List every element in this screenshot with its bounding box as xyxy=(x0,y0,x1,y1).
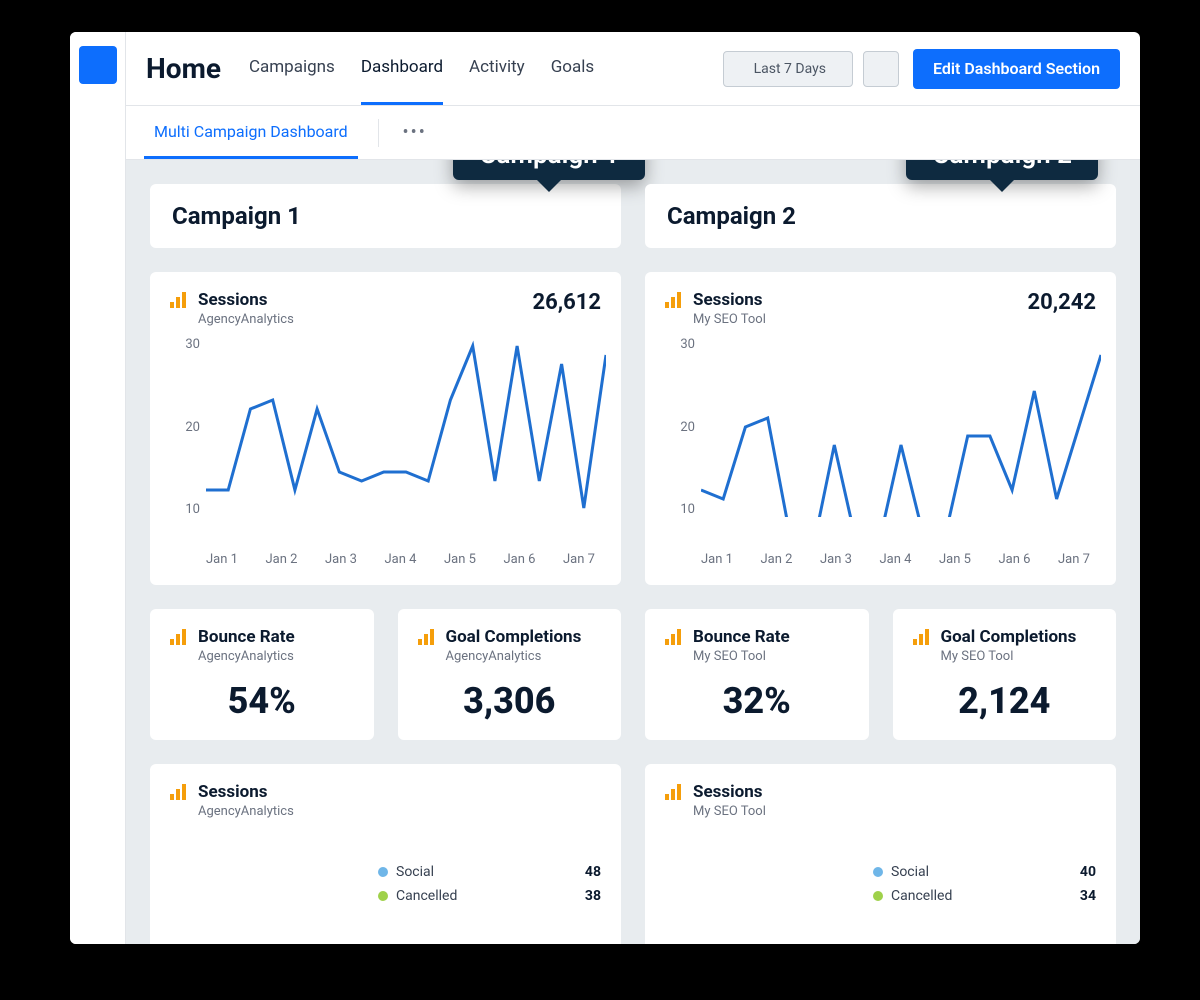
goals-source: AgencyAnalytics xyxy=(446,649,602,664)
campaign-1-line-chart: 302010 Jan 1Jan 2Jan 3Jan 4Jan 5Jan 6Jan… xyxy=(170,337,601,567)
top-bar: Home Campaigns Dashboard Activity Goals … xyxy=(126,32,1140,106)
report-icon[interactable] xyxy=(82,168,114,200)
bounce-source: My SEO Tool xyxy=(693,649,849,664)
campaign-1-goals-card: Goal Completions AgencyAnalytics 3,306 xyxy=(398,609,622,740)
left-nav-rail xyxy=(70,32,126,944)
bounce-value: 32% xyxy=(665,680,849,722)
tab-goals[interactable]: Goals xyxy=(551,32,594,105)
campaign-2-callout: Campaign 2 xyxy=(906,160,1098,180)
analytics-icon xyxy=(170,627,188,645)
campaign-columns: Campaign 1 Campaign 1 Sessions AgencyAna… xyxy=(150,184,1116,944)
campaign-2-header: Campaign 2 Campaign 2 xyxy=(645,184,1116,248)
sessions-total: 20,242 xyxy=(1027,290,1096,315)
line-plot xyxy=(206,337,606,517)
campaign-2-line-chart: 302010 Jan 1Jan 2Jan 3Jan 4Jan 5Jan 6Jan… xyxy=(665,337,1096,567)
donut-legend: Social48 Cancelled38 xyxy=(378,864,601,904)
donut-chart xyxy=(170,829,360,939)
sessions-title: Sessions xyxy=(198,290,522,310)
secondary-bar: Multi Campaign Dashboard ••• xyxy=(126,106,1140,160)
home-icon xyxy=(88,55,108,75)
sessions-total: 26,612 xyxy=(532,290,601,315)
y-axis: 302010 xyxy=(170,337,200,517)
goals-title: Goal Completions xyxy=(446,627,602,647)
bounce-value: 54% xyxy=(170,680,354,722)
tab-dashboard[interactable]: Dashboard xyxy=(361,32,443,105)
campaign-1-header: Campaign 1 Campaign 1 xyxy=(150,184,621,248)
campaign-1-callout: Campaign 1 xyxy=(453,160,645,180)
donut-title: Sessions xyxy=(198,782,601,802)
analytics-icon xyxy=(665,782,683,800)
campaign-2-title: Campaign 2 xyxy=(667,202,796,230)
campaign-1-donut-card: Sessions AgencyAnalytics Social48 Cancell… xyxy=(150,764,621,944)
legend-item: Social40 xyxy=(873,864,1096,880)
analytics-icon xyxy=(913,627,931,645)
campaign-1-bounce-card: Bounce Rate AgencyAnalytics 54% xyxy=(150,609,374,740)
billing-icon[interactable] xyxy=(82,256,114,288)
goals-value: 2,124 xyxy=(913,680,1097,722)
sessions-source: My SEO Tool xyxy=(693,312,1017,327)
campaign-column-1: Campaign 1 Campaign 1 Sessions AgencyAna… xyxy=(150,184,621,944)
analytics-icon xyxy=(665,290,683,308)
chevron-down-icon xyxy=(832,64,842,74)
campaign-2-donut-card: Sessions My SEO Tool Social40 Cancelled34 xyxy=(645,764,1116,944)
separator xyxy=(378,119,379,147)
campaign-2-bounce-card: Bounce Rate My SEO Tool 32% xyxy=(645,609,869,740)
share-icon xyxy=(873,61,889,77)
campaign-column-2: Campaign 2 Campaign 2 Sessions My SEO To… xyxy=(645,184,1116,944)
home-button[interactable] xyxy=(79,46,117,84)
x-axis: Jan 1Jan 2Jan 3Jan 4Jan 5Jan 6Jan 7 xyxy=(206,552,595,567)
donut-source: My SEO Tool xyxy=(693,804,1096,819)
edit-dashboard-button[interactable]: Edit Dashboard Section xyxy=(913,49,1120,89)
people-icon[interactable] xyxy=(82,124,114,156)
copy-icon[interactable] xyxy=(82,212,114,244)
legend-item: Cancelled38 xyxy=(378,888,601,904)
campaign-1-title: Campaign 1 xyxy=(172,202,301,230)
goals-value: 3,306 xyxy=(418,680,602,722)
dashboard-canvas: Campaign 1 Campaign 1 Sessions AgencyAna… xyxy=(126,160,1140,944)
legend-item: Social48 xyxy=(378,864,601,880)
goals-source: My SEO Tool xyxy=(941,649,1097,664)
bounce-source: AgencyAnalytics xyxy=(198,649,354,664)
goals-title: Goal Completions xyxy=(941,627,1097,647)
donut-chart xyxy=(665,829,855,939)
page-title: Home xyxy=(146,52,221,85)
y-axis: 302010 xyxy=(665,337,695,517)
bounce-title: Bounce Rate xyxy=(198,627,354,647)
dashboard-tab[interactable]: Multi Campaign Dashboard xyxy=(144,106,358,159)
donut-source: AgencyAnalytics xyxy=(198,804,601,819)
bounce-title: Bounce Rate xyxy=(693,627,849,647)
date-range-dropdown[interactable]: Last 7 Days xyxy=(723,51,853,87)
analytics-icon xyxy=(665,627,683,645)
donut-legend: Social40 Cancelled34 xyxy=(873,864,1096,904)
line-plot xyxy=(701,337,1101,517)
analytics-icon xyxy=(170,290,188,308)
donut-title: Sessions xyxy=(693,782,1096,802)
main-area: Home Campaigns Dashboard Activity Goals … xyxy=(126,32,1140,944)
plugin-icon[interactable] xyxy=(82,300,114,332)
legend-item: Cancelled34 xyxy=(873,888,1096,904)
tab-activity[interactable]: Activity xyxy=(469,32,525,105)
x-axis: Jan 1Jan 2Jan 3Jan 4Jan 5Jan 6Jan 7 xyxy=(701,552,1090,567)
analytics-icon xyxy=(418,627,436,645)
calendar-icon xyxy=(734,62,748,76)
sessions-title: Sessions xyxy=(693,290,1017,310)
tab-campaigns[interactable]: Campaigns xyxy=(249,32,335,105)
share-button[interactable] xyxy=(863,51,899,87)
more-options-button[interactable]: ••• xyxy=(399,117,431,149)
campaign-1-sessions-card: Sessions AgencyAnalytics 26,612 302010 J… xyxy=(150,272,621,585)
date-range-label: Last 7 Days xyxy=(754,61,826,77)
campaign-2-sessions-card: Sessions My SEO Tool 20,242 302010 Jan 1… xyxy=(645,272,1116,585)
campaign-2-goals-card: Goal Completions My SEO Tool 2,124 xyxy=(893,609,1117,740)
analytics-icon xyxy=(170,782,188,800)
primary-nav: Campaigns Dashboard Activity Goals xyxy=(249,32,594,105)
app-window: Home Campaigns Dashboard Activity Goals … xyxy=(70,32,1140,944)
sessions-source: AgencyAnalytics xyxy=(198,312,522,327)
